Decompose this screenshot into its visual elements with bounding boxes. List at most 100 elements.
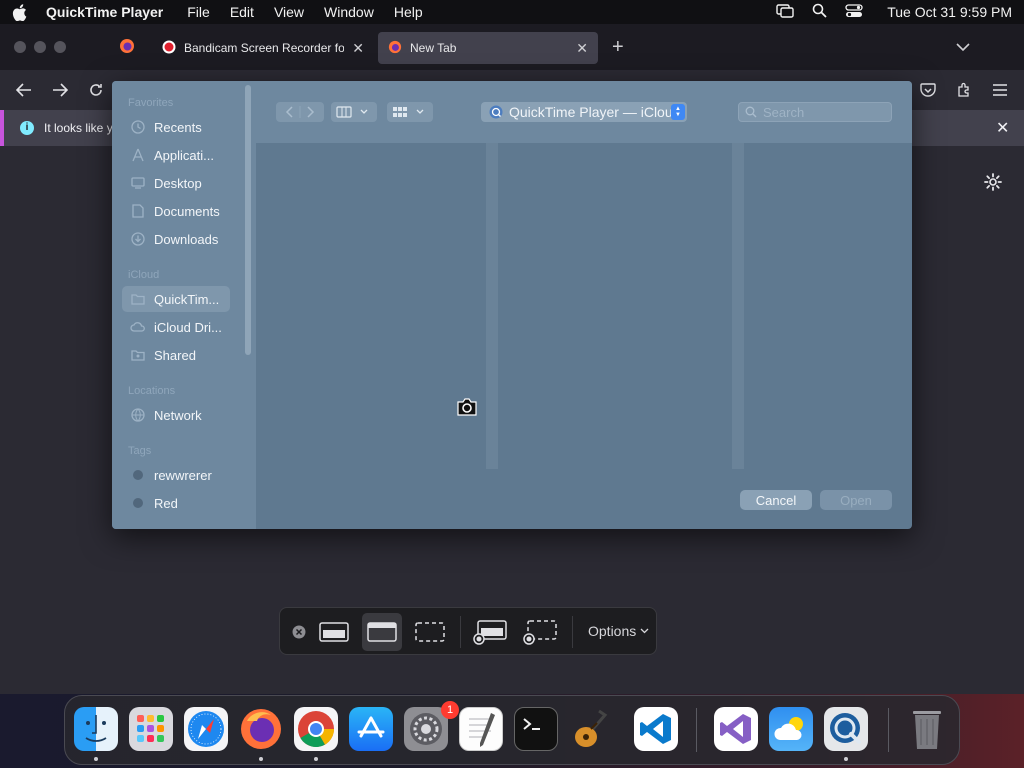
- screen-mirroring-icon[interactable]: [776, 3, 794, 21]
- sidebar-item-icloud-drive[interactable]: iCloud Dri...: [122, 314, 230, 340]
- close-window-button[interactable]: [14, 41, 26, 53]
- screenshot-toolbar: Options: [279, 607, 657, 655]
- search-field[interactable]: Search: [738, 102, 892, 122]
- gear-icon[interactable]: [983, 172, 1003, 192]
- record-entire-screen-button[interactable]: [470, 613, 510, 651]
- column-divider[interactable]: [732, 143, 744, 469]
- sidebar-item-recents[interactable]: Recents: [122, 114, 230, 140]
- globe-icon: [130, 407, 146, 423]
- dialog-sidebar: Favorites Recents Applicati... Desktop D…: [112, 81, 256, 529]
- record-selection-button[interactable]: [520, 613, 560, 651]
- menu-help[interactable]: Help: [394, 4, 423, 20]
- sidebar-scrollbar[interactable]: [245, 85, 251, 355]
- pinned-tab[interactable]: [112, 32, 142, 62]
- app-store-icon[interactable]: [349, 707, 393, 751]
- firefox-icon: [388, 40, 402, 57]
- close-screenshot-button[interactable]: [286, 613, 312, 651]
- sidebar-item-desktop[interactable]: Desktop: [122, 170, 230, 196]
- chrome-icon[interactable]: [294, 707, 338, 751]
- cancel-button[interactable]: Cancel: [740, 490, 812, 510]
- shared-folder-icon: [130, 347, 146, 363]
- open-button[interactable]: Open: [820, 490, 892, 510]
- chevron-down-icon[interactable]: [956, 40, 970, 55]
- back-arrow-icon[interactable]: [14, 80, 34, 100]
- zoom-window-button[interactable]: [54, 41, 66, 53]
- dock-separator: [888, 708, 889, 752]
- running-indicator: [314, 757, 318, 761]
- tab-new-tab[interactable]: New Tab ✕: [378, 32, 598, 64]
- control-center-icon[interactable]: [845, 3, 863, 21]
- sidebar-header-icloud: iCloud: [128, 269, 160, 281]
- tab-label: New Tab: [410, 41, 457, 55]
- app-name-menu[interactable]: QuickTime Player: [46, 4, 163, 20]
- dialog-button-bar: Cancel Open: [256, 469, 912, 529]
- weather-icon[interactable]: [769, 707, 813, 751]
- menu-window[interactable]: Window: [324, 4, 374, 20]
- tag-dot-icon: [130, 467, 146, 483]
- visual-studio-icon[interactable]: [714, 707, 758, 751]
- new-tab-plus-icon[interactable]: +: [612, 36, 624, 59]
- menubar-clock[interactable]: Tue Oct 31 9:59 PM: [887, 4, 1012, 20]
- hamburger-menu-icon[interactable]: [990, 80, 1010, 100]
- close-notification-icon[interactable]: ✕: [996, 118, 1009, 138]
- sidebar-item-downloads[interactable]: Downloads: [122, 226, 230, 252]
- sidebar-header-favorites: Favorites: [128, 97, 174, 109]
- info-icon: i: [20, 121, 34, 135]
- capture-entire-screen-button[interactable]: [314, 613, 354, 651]
- extensions-icon[interactable]: [954, 80, 974, 100]
- finder-icon[interactable]: [74, 707, 118, 751]
- capture-window-button[interactable]: [362, 613, 402, 651]
- forward-arrow-icon[interactable]: [50, 80, 70, 100]
- trash-icon[interactable]: [905, 707, 949, 751]
- launchpad-icon[interactable]: [129, 707, 173, 751]
- sidebar-item-quicktime-player[interactable]: QuickTim...: [122, 286, 230, 312]
- options-menu-button[interactable]: Options: [588, 623, 649, 639]
- safari-icon[interactable]: [184, 707, 228, 751]
- sidebar-header-locations: Locations: [128, 385, 176, 397]
- clock-icon: [130, 119, 146, 135]
- quicktime-icon[interactable]: [824, 707, 868, 751]
- tab-label: Bandicam Screen Recorder for I: [184, 41, 345, 55]
- sidebar-item-tag[interactable]: rewwrerer: [122, 462, 230, 488]
- capture-selection-button[interactable]: [410, 613, 450, 651]
- firefox-icon[interactable]: [239, 707, 283, 751]
- menu-file[interactable]: File: [187, 4, 210, 20]
- folder-icon: [130, 291, 146, 307]
- vscode-icon[interactable]: [634, 707, 678, 751]
- back-forward-buttons[interactable]: [276, 102, 324, 122]
- column-view-button[interactable]: [331, 102, 377, 122]
- minimize-window-button[interactable]: [34, 41, 46, 53]
- terminal-icon[interactable]: [514, 707, 558, 751]
- group-view-button[interactable]: [387, 102, 433, 122]
- pocket-icon[interactable]: [918, 80, 938, 100]
- window-controls: [14, 41, 66, 53]
- running-indicator: [259, 757, 263, 761]
- download-icon: [130, 231, 146, 247]
- location-popup[interactable]: QuickTime Player — iCloud ▲ ▼: [481, 102, 687, 122]
- tab-bandicam[interactable]: Bandicam Screen Recorder for I ✕: [152, 32, 374, 64]
- desktop-icon: [130, 175, 146, 191]
- sidebar-item-network[interactable]: Network: [122, 402, 230, 428]
- close-tab-icon[interactable]: ✕: [576, 40, 588, 57]
- sidebar-item-tag[interactable]: Red: [122, 490, 230, 516]
- notification-badge: 1: [441, 701, 459, 719]
- apple-icon[interactable]: [12, 3, 28, 21]
- running-indicator: [94, 757, 98, 761]
- sidebar-item-shared[interactable]: Shared: [122, 342, 230, 368]
- textedit-icon[interactable]: [459, 707, 503, 751]
- notification-text: It looks like y: [44, 121, 113, 135]
- menu-view[interactable]: View: [274, 4, 304, 20]
- cloud-icon: [130, 319, 146, 335]
- file-browser-columns[interactable]: [256, 143, 912, 469]
- sidebar-item-applications[interactable]: Applicati...: [122, 142, 230, 168]
- reload-icon[interactable]: [86, 80, 106, 100]
- garageband-icon[interactable]: [569, 707, 613, 751]
- column-divider[interactable]: [486, 143, 498, 469]
- dock-separator: [696, 708, 697, 752]
- close-tab-icon[interactable]: ✕: [352, 40, 364, 57]
- chevron-down-icon: [640, 628, 649, 634]
- sidebar-item-documents[interactable]: Documents: [122, 198, 230, 224]
- menu-edit[interactable]: Edit: [230, 4, 254, 20]
- spotlight-search-icon[interactable]: [812, 3, 827, 21]
- record-icon: [162, 40, 176, 57]
